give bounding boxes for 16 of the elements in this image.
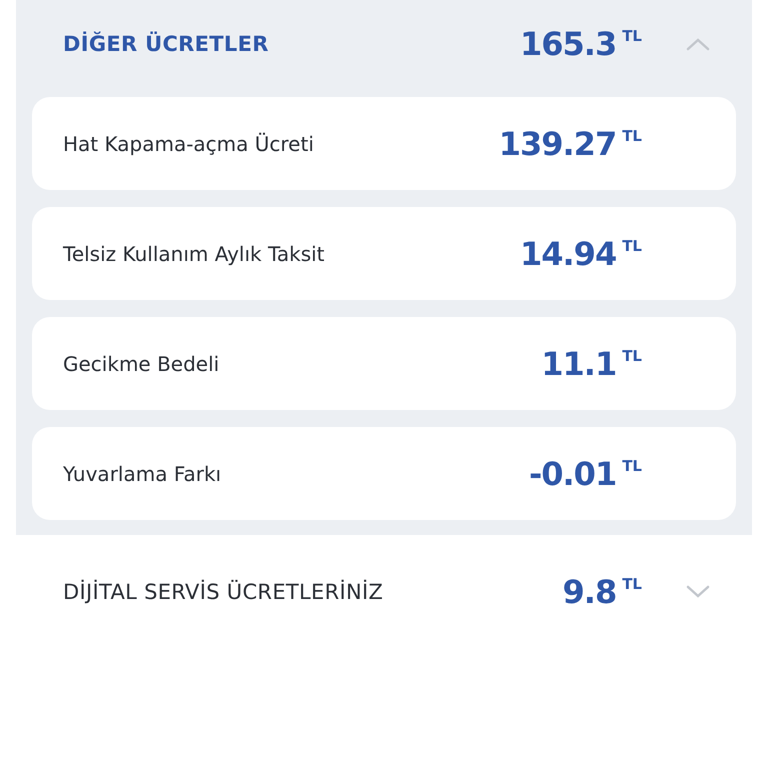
fee-label: Yuvarlama Farkı [63, 462, 222, 486]
fee-amount: 11.1 $^{TL}$ [541, 344, 642, 382]
fee-amount: 139.27 $^{TL}$ [498, 124, 642, 162]
fee-amount: 14.94 $^{TL}$ [520, 234, 642, 272]
section-header[interactable]: DİJİTAL SERVİS ÜCRETLERİNİZ 9.8 $^{TL}$ [16, 535, 752, 649]
chevron-up-icon[interactable] [686, 37, 710, 51]
fee-label: Gecikme Bedeli [63, 352, 220, 376]
fee-label: Telsiz Kullanım Aylık Taksit [63, 242, 326, 266]
section-title: DİJİTAL SERVİS ÜCRETLERİNİZ [63, 580, 384, 604]
section-amount: 165.3 $^{TL}$ [520, 25, 642, 63]
chevron-down-icon[interactable] [686, 585, 710, 599]
section-amount: 9.8 $^{TL}$ [562, 573, 642, 611]
section-header[interactable]: DİĞER ÜCRETLER 165.3 $^{TL}$ [16, 0, 752, 88]
fee-label: Hat Kapama-açma Ücreti [63, 132, 315, 156]
section-title: DİĞER ÜCRETLER [63, 32, 270, 56]
fee-amount: -0.01 $^{TL}$ [528, 454, 642, 492]
